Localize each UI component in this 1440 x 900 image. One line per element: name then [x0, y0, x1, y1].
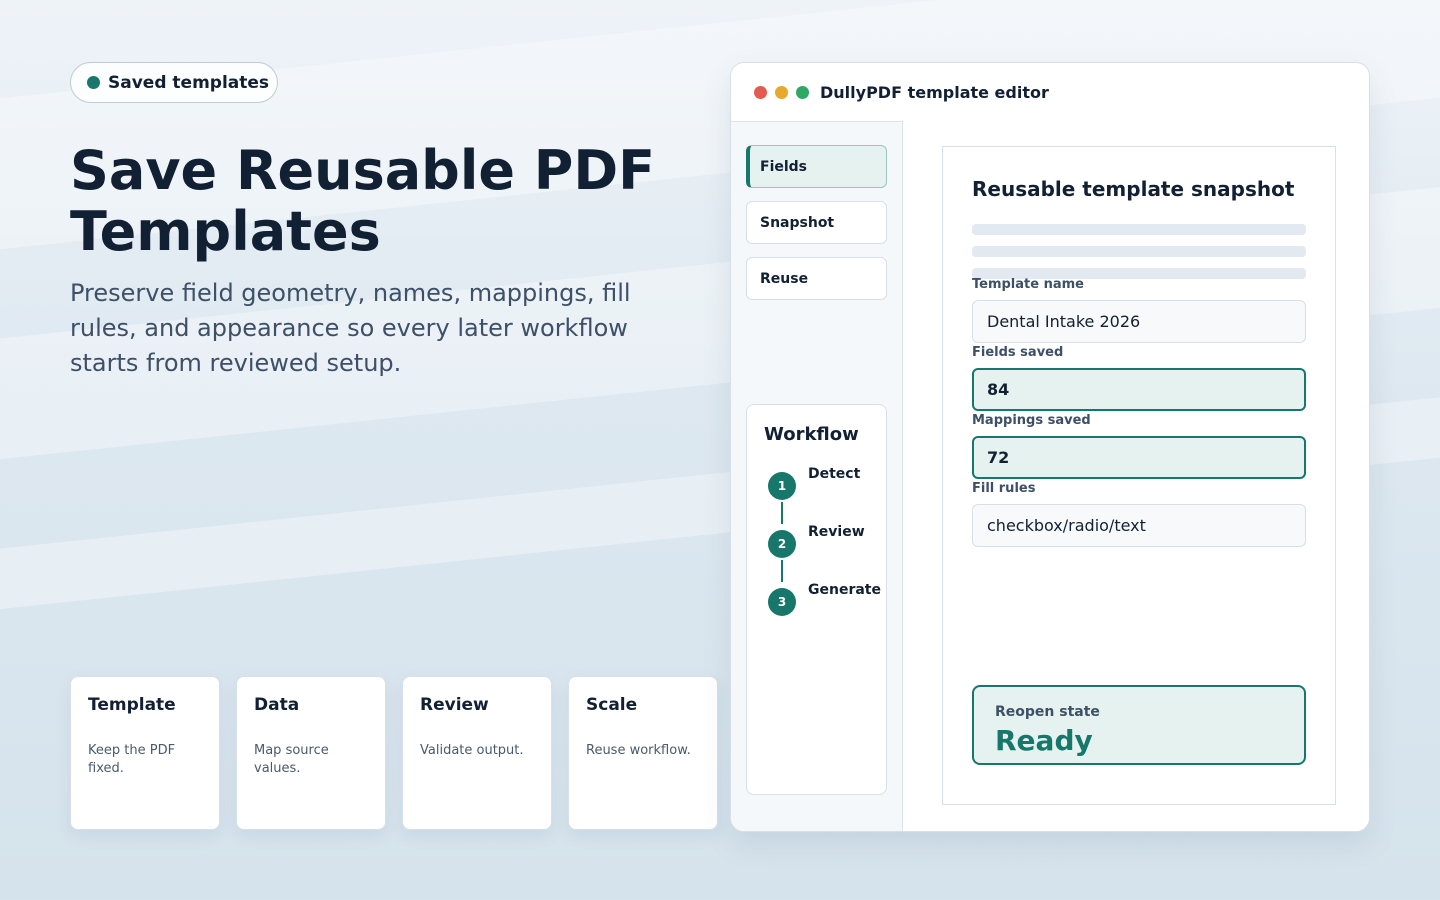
- snapshot-panel: Reusable template snapshot Template name…: [942, 146, 1336, 805]
- workflow-step-review: 2 Review: [768, 524, 865, 558]
- step-label: Review: [808, 524, 865, 540]
- mappings-saved-label: Mappings saved: [972, 413, 1091, 428]
- window-titlebar: DullyPDF template editor: [731, 63, 1369, 121]
- step-connector: [781, 560, 783, 582]
- hero-subtitle: Preserve field geometry, names, mappings…: [70, 279, 631, 377]
- template-editor-window: DullyPDF template editor Fields Snapshot…: [730, 62, 1370, 832]
- card-text: Keep the PDF fixed.: [88, 743, 176, 776]
- reopen-state-label: Reopen state: [995, 704, 1100, 720]
- reopen-state-card: Reopen state Ready: [972, 685, 1306, 765]
- nav-snapshot-button[interactable]: Snapshot: [746, 201, 887, 244]
- step-connector: [781, 502, 783, 524]
- step-number: 1: [768, 472, 796, 500]
- template-name-label: Template name: [972, 277, 1084, 292]
- badge-label: Saved templates: [108, 72, 270, 93]
- workflow-step-generate: 3 Generate: [768, 582, 881, 616]
- close-icon[interactable]: [754, 85, 767, 99]
- skeleton-line: [972, 246, 1306, 257]
- feature-card-scale: Scale Reuse workflow.: [568, 676, 718, 830]
- template-name-field[interactable]: Dental Intake 2026: [972, 300, 1306, 343]
- workflow-panel: Workflow 1 Detect 2 Review 3 Generate: [746, 404, 887, 795]
- status-dot-icon: [87, 76, 100, 89]
- fill-rules-field[interactable]: checkbox/radio/text: [972, 504, 1306, 547]
- card-title: Template: [88, 695, 176, 715]
- card-title: Review: [420, 695, 489, 715]
- nav-reuse-button[interactable]: Reuse: [746, 257, 887, 300]
- mappings-saved-field[interactable]: 72: [972, 436, 1306, 479]
- workflow-step-detect: 1 Detect: [768, 466, 860, 500]
- reopen-state-value: Ready: [995, 724, 1093, 757]
- card-text: Map source values.: [254, 743, 329, 776]
- feature-cards: Template Keep the PDF fixed. Data Map so…: [70, 676, 718, 830]
- card-title: Scale: [586, 695, 638, 715]
- step-label: Detect: [808, 466, 861, 482]
- panel-title: Reusable template snapshot: [972, 177, 1295, 201]
- window-title: DullyPDF template editor: [820, 82, 1049, 102]
- maximize-icon[interactable]: [796, 85, 809, 99]
- feature-card-review: Review Validate output.: [402, 676, 552, 830]
- skeleton-line: [972, 224, 1306, 235]
- saved-templates-badge: Saved templates: [70, 62, 278, 103]
- hero-title: Save Reusable PDF Templates: [70, 139, 656, 263]
- feature-card-template: Template Keep the PDF fixed.: [70, 676, 220, 830]
- feature-card-data: Data Map source values.: [236, 676, 386, 830]
- fill-rules-label: Fill rules: [972, 481, 1036, 496]
- step-label: Generate: [808, 582, 881, 598]
- card-title: Data: [254, 695, 300, 715]
- card-text: Reuse workflow.: [586, 743, 691, 758]
- workflow-title: Workflow: [764, 424, 859, 445]
- nav-fields-button[interactable]: Fields: [746, 145, 887, 188]
- fields-saved-label: Fields saved: [972, 345, 1064, 360]
- step-number: 3: [768, 588, 796, 616]
- step-number: 2: [768, 530, 796, 558]
- fields-saved-field[interactable]: 84: [972, 368, 1306, 411]
- minimize-icon[interactable]: [775, 85, 788, 99]
- editor-sidebar: Fields Snapshot Reuse Workflow 1 Detect …: [731, 121, 903, 831]
- card-text: Validate output.: [420, 743, 524, 758]
